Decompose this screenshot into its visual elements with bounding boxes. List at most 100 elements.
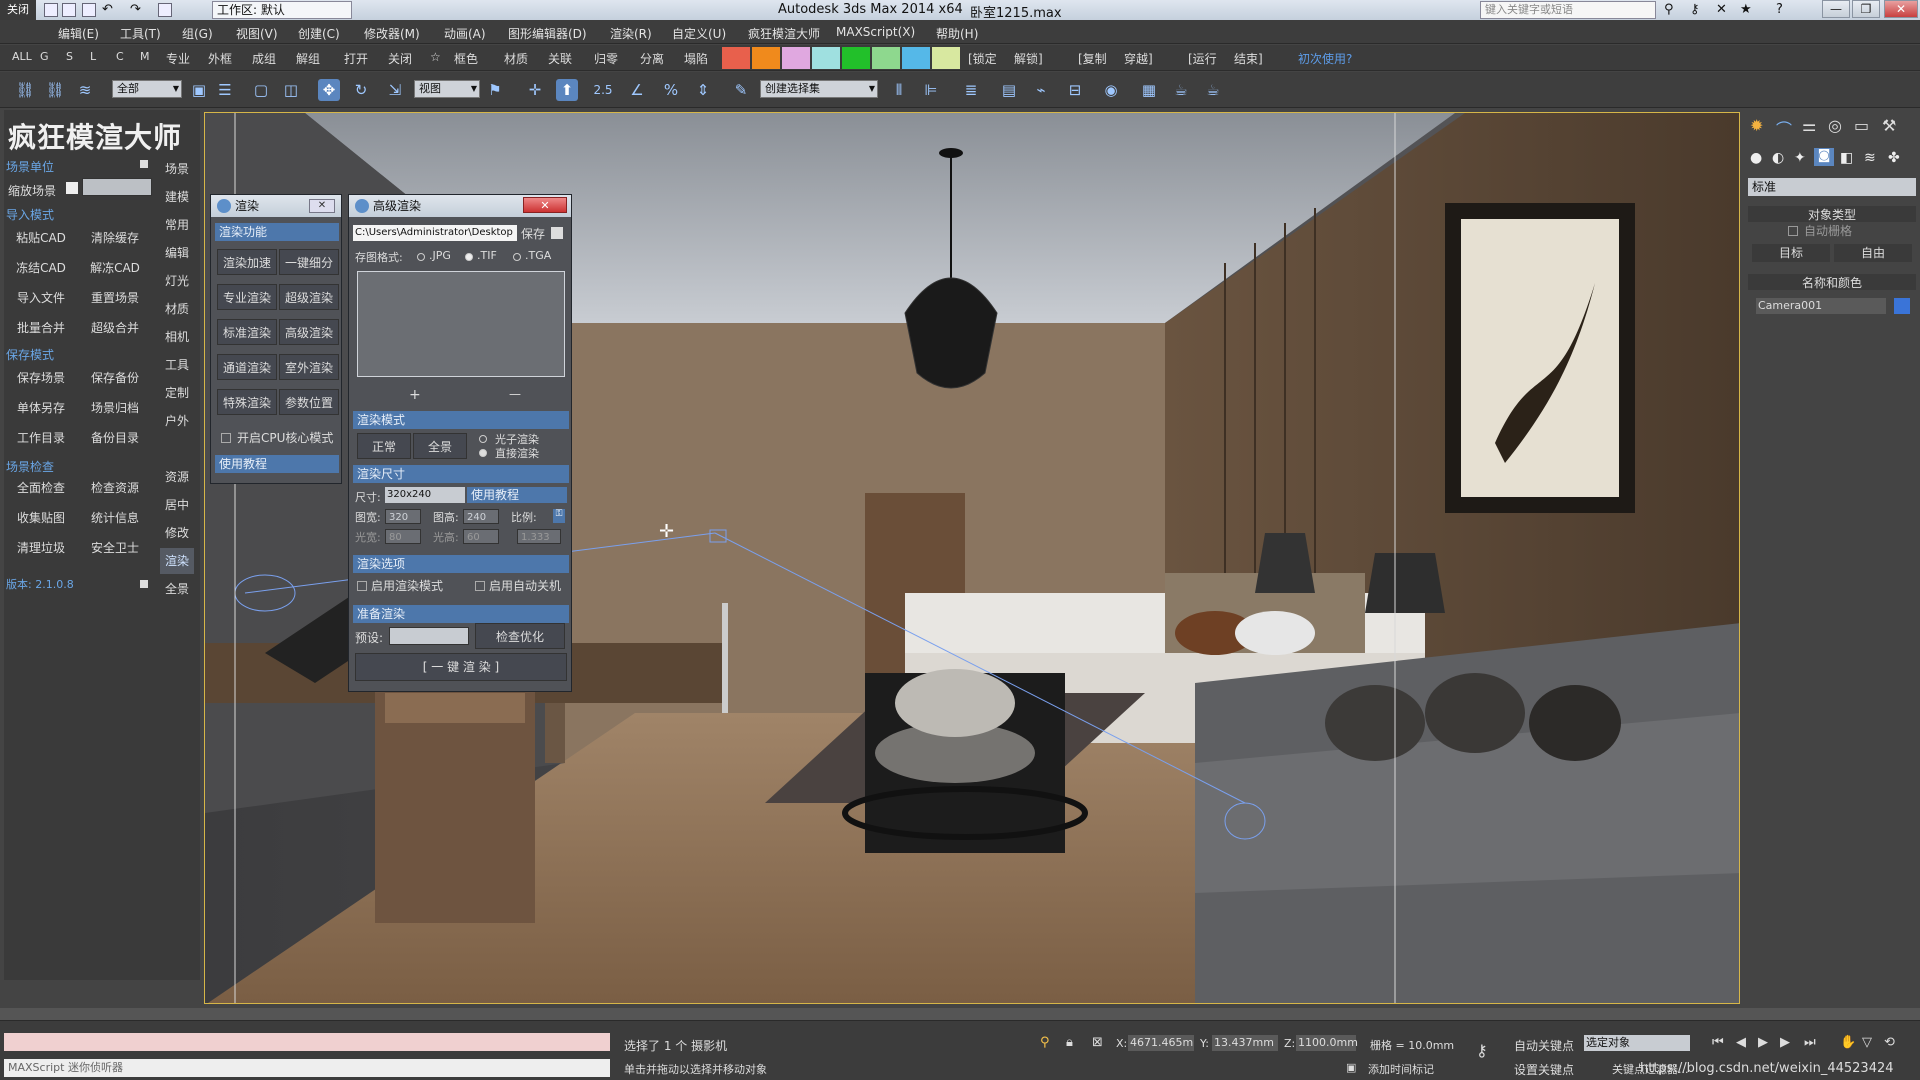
binoculars-icon[interactable]: ⚲ <box>1664 2 1674 17</box>
plugin-tab[interactable]: 全景 <box>160 576 194 602</box>
render-function-button[interactable]: 高级渲染 <box>279 319 339 345</box>
isolate-icon[interactable]: ⚲ <box>1040 1035 1050 1050</box>
render-function-button[interactable]: 室外渲染 <box>279 354 339 380</box>
modify-tab-icon[interactable]: ⌒ <box>1776 116 1792 140</box>
advanced-render-close-button[interactable]: ✕ <box>523 197 567 213</box>
project-folder-icon[interactable] <box>158 3 172 17</box>
go-to-start-icon[interactable]: ⏮ <box>1712 1035 1724 1050</box>
quick-command-button[interactable]: [复制 <box>1078 50 1107 67</box>
curve-editor-icon[interactable]: ⌁ <box>1030 79 1052 101</box>
plugin-tab[interactable]: 材质 <box>160 296 194 322</box>
version-toggle[interactable] <box>140 580 148 588</box>
fov-icon[interactable]: ▽ <box>1862 1035 1872 1050</box>
quick-command-button[interactable]: 分离 <box>640 50 664 67</box>
photon-render-radio[interactable] <box>479 435 487 443</box>
size-select[interactable]: 320x240 <box>385 487 465 503</box>
pan-view-icon[interactable]: ✋ <box>1840 1035 1856 1050</box>
snap-toggle-icon[interactable]: 2.5 <box>592 79 614 101</box>
save-button[interactable]: 工作目录 <box>6 426 76 450</box>
render-function-button[interactable]: 专业渲染 <box>217 284 277 310</box>
select-by-name-icon[interactable]: ☰ <box>214 79 236 101</box>
preset-select[interactable] <box>389 627 469 645</box>
plugin-tab[interactable]: 户外 <box>160 408 194 434</box>
next-frame-icon[interactable]: ▶ <box>1780 1035 1790 1050</box>
output-path-input[interactable]: C:\Users\Administrator\Desktop <box>353 225 517 241</box>
pivot-center-icon[interactable]: ⚑ <box>484 79 506 101</box>
import-button[interactable]: 冻结CAD <box>6 256 76 280</box>
percent-snap-icon[interactable]: % <box>660 79 682 101</box>
quick-command-button[interactable]: 框色 <box>454 50 478 67</box>
menu-item[interactable]: 疯狂模渲大师 <box>748 25 820 42</box>
render-function-button[interactable]: 特殊渲染 <box>217 389 277 415</box>
menu-item[interactable]: 修改器(M) <box>364 25 420 42</box>
filter-button[interactable]: L <box>90 50 96 63</box>
rotate-icon[interactable]: ↻ <box>350 79 372 101</box>
tutorial-link[interactable]: 使用教程 <box>215 455 339 473</box>
save-button[interactable]: 备份目录 <box>80 426 150 450</box>
image-width-input[interactable]: 320 <box>385 509 421 524</box>
render-frame-icon[interactable]: ☕ <box>1170 79 1192 101</box>
menu-item[interactable]: 渲染(R) <box>610 25 652 42</box>
save-button[interactable]: 场景归档 <box>80 396 150 420</box>
go-to-end-icon[interactable]: ⏭ <box>1804 1035 1816 1050</box>
quick-command-button[interactable]: 专业 <box>166 50 190 67</box>
utilities-tab-icon[interactable]: ⚒ <box>1882 116 1896 135</box>
material-editor-icon[interactable]: ◉ <box>1100 79 1122 101</box>
quick-command-button[interactable]: 归零 <box>594 50 618 67</box>
save-path-button[interactable]: 保存 <box>521 225 545 242</box>
filter-button[interactable]: M <box>140 50 150 63</box>
category-select[interactable]: 标准 <box>1748 178 1916 196</box>
open-file-icon[interactable] <box>62 3 76 17</box>
quick-command-button[interactable]: 穿越] <box>1124 50 1153 67</box>
reference-coord-select[interactable]: 视图 <box>414 80 480 98</box>
import-button[interactable]: 解冻CAD <box>80 256 150 280</box>
angle-snap-icon[interactable]: ∠ <box>626 79 648 101</box>
import-button[interactable]: 重置场景 <box>80 286 150 310</box>
undo-icon[interactable]: ↶ <box>102 2 113 17</box>
minimize-button[interactable]: — <box>1822 0 1850 18</box>
save-button[interactable]: 保存场景 <box>6 366 76 390</box>
plugin-tab[interactable]: 工具 <box>160 352 194 378</box>
align-icon[interactable]: ⊫ <box>920 79 942 101</box>
light-width-input[interactable]: 80 <box>385 529 421 544</box>
mode-normal-button[interactable]: 正常 <box>357 433 411 459</box>
spacewarps-icon[interactable]: ≋ <box>1864 150 1876 166</box>
plugin-tab[interactable]: 定制 <box>160 380 194 406</box>
save-file-icon[interactable] <box>82 3 96 17</box>
color-swatch[interactable] <box>752 47 780 69</box>
keyboard-shortcut-icon[interactable]: ⬆ <box>556 79 578 101</box>
render-function-button[interactable]: 标准渲染 <box>217 319 277 345</box>
key-mode-icon[interactable]: ⚷ <box>1476 1041 1488 1060</box>
help-icon[interactable]: ? <box>1776 2 1783 17</box>
preset-list[interactable] <box>357 271 565 377</box>
geometry-icon[interactable]: ● <box>1750 150 1762 166</box>
menu-item[interactable]: 帮助(H) <box>936 25 978 42</box>
quick-command-button[interactable]: [锁定 <box>968 50 997 67</box>
quick-command-button[interactable]: 解锁] <box>1014 50 1043 67</box>
rect-selection-icon[interactable]: ▢ <box>250 79 272 101</box>
scale-icon[interactable]: ⇲ <box>384 79 406 101</box>
import-button[interactable]: 导入文件 <box>6 286 76 310</box>
auto-key-button[interactable]: 自动关键点 <box>1514 1037 1574 1054</box>
key-filter-select[interactable]: 选定对象 <box>1584 1035 1690 1051</box>
close-button[interactable]: ✕ <box>1884 0 1918 18</box>
quick-command-button[interactable]: 初次使用? <box>1298 50 1352 67</box>
auto-grid-checkbox[interactable] <box>1788 226 1798 236</box>
plugin-tab[interactable]: 建模 <box>160 184 194 210</box>
format-radio[interactable] <box>417 253 425 261</box>
menu-item[interactable]: 动画(A) <box>444 25 486 42</box>
remove-preset-button[interactable]: — <box>509 387 521 401</box>
redo-icon[interactable]: ↷ <box>130 2 141 17</box>
layer-manager-icon[interactable]: ≣ <box>960 79 982 101</box>
menu-item[interactable]: MAXScript(X) <box>836 25 915 39</box>
quick-command-button[interactable]: 塌陷 <box>684 50 708 67</box>
import-button[interactable]: 清除缓存 <box>80 226 150 250</box>
import-button[interactable]: 批量合并 <box>6 316 76 340</box>
display-tab-icon[interactable]: ▭ <box>1854 116 1869 135</box>
render-production-icon[interactable]: ☕ <box>1202 79 1224 101</box>
create-tab-icon[interactable]: ✹ <box>1750 116 1763 135</box>
filter-button[interactable]: ALL <box>12 50 32 63</box>
image-height-input[interactable]: 240 <box>463 509 499 524</box>
star-icon[interactable]: ★ <box>1740 2 1752 17</box>
object-type-rollout[interactable]: 对象类型 <box>1748 206 1916 222</box>
